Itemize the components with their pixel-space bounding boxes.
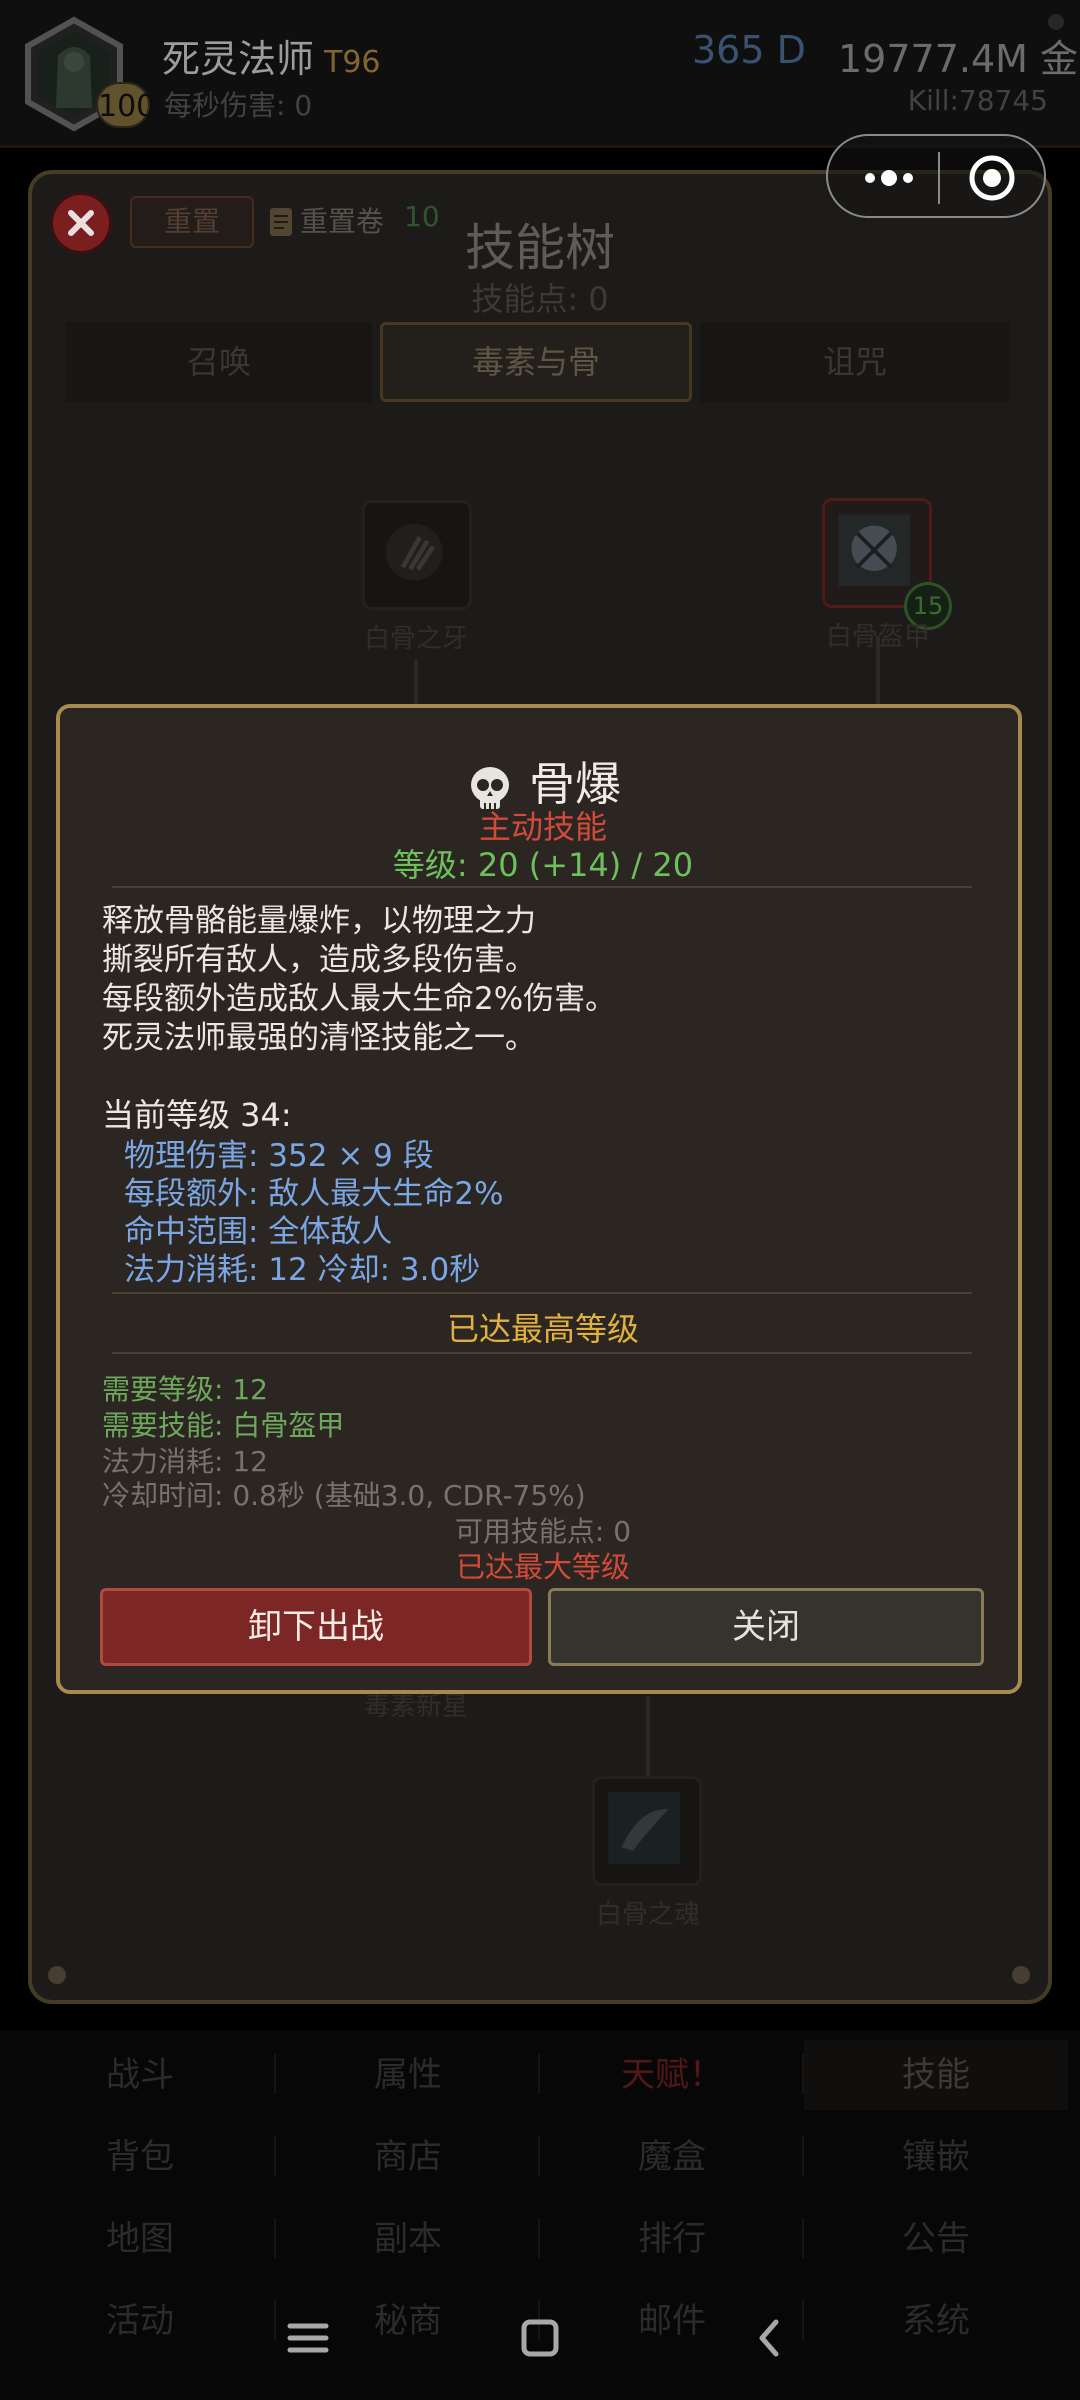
nav-announcement[interactable]: 公告	[804, 2204, 1068, 2274]
panel-bolt-icon	[48, 1966, 66, 1984]
nav-attributes[interactable]: 属性	[276, 2040, 540, 2110]
nav-separator	[802, 2136, 804, 2176]
nav-shop[interactable]: 商店	[276, 2122, 540, 2192]
description-line: 死灵法师最强的清怪技能之一。	[102, 1020, 536, 1056]
skill-tree-title: 技能树	[465, 219, 615, 277]
skill-node-label: 白骨盔甲	[825, 622, 930, 652]
tree-connector	[414, 660, 418, 706]
nav-separator	[538, 2054, 540, 2094]
nav-battle[interactable]: 战斗	[8, 2040, 272, 2110]
capsule-divider	[938, 152, 940, 204]
nav-separator	[538, 2218, 540, 2258]
description-line: 撕裂所有敌人，造成多段伤害。	[102, 942, 536, 978]
system-navigation-bar	[0, 2290, 1080, 2380]
exit-miniprogram-icon[interactable]	[968, 154, 1016, 202]
skill-stat-line: 法力消耗: 12 冷却: 3.0秒	[124, 1252, 481, 1288]
required-level: 需要等级: 12	[102, 1373, 268, 1406]
nav-map[interactable]: 地图	[8, 2204, 272, 2274]
nav-separator	[274, 2054, 276, 2094]
tree-connector	[646, 1696, 650, 1776]
divider	[112, 1292, 972, 1294]
nav-inlay[interactable]: 镶嵌	[804, 2122, 1068, 2192]
description-line: 每段额外造成敌人最大生命2%伤害。	[102, 981, 617, 1017]
nav-skills[interactable]: 技能	[804, 2040, 1068, 2110]
skill-node-label: 白骨之牙	[363, 624, 468, 654]
skill-node-bone-fang[interactable]	[362, 500, 472, 610]
bone-spirit-icon	[608, 1792, 681, 1865]
player-class-name: 死灵法师	[162, 37, 315, 81]
tab-curse[interactable]: 诅咒	[700, 322, 1010, 402]
close-button[interactable]: 关闭	[548, 1588, 984, 1666]
back-arrow-icon[interactable]	[742, 2310, 798, 2366]
nav-separator	[274, 2218, 276, 2258]
skill-level: 等级: 20 (+14) / 20	[392, 846, 694, 884]
player-name: 死灵法师 T96	[162, 28, 381, 83]
nav-separator	[538, 2136, 540, 2176]
top-status-bar: 100 死灵法师 T96 每秒伤害: 0 365 D 19777.4M 金 Kil…	[0, 0, 1080, 148]
nav-dungeon[interactable]: 副本	[276, 2204, 540, 2274]
skill-description: 释放骨骼能量爆炸，以物理之力 撕裂所有敌人，造成多段伤害。 每段额外造成敌人最大…	[102, 902, 982, 1058]
max-level-reached: 已达最高等级	[446, 1310, 639, 1348]
player-level-badge: 100	[96, 82, 155, 128]
skill-node-label: 白骨之魂	[595, 1900, 700, 1930]
more-options-icon[interactable]	[856, 156, 922, 200]
nav-bag[interactable]: 背包	[8, 2122, 272, 2192]
nav-separator	[802, 2054, 804, 2094]
divider	[112, 886, 972, 888]
player-tier: T96	[324, 45, 381, 80]
description-line: 释放骨骼能量爆炸，以物理之力	[102, 903, 536, 939]
divider	[112, 1352, 972, 1354]
required-skill: 需要技能: 白骨盔甲	[102, 1409, 345, 1442]
nav-ranking[interactable]: 排行	[540, 2204, 804, 2274]
tab-poison-bone[interactable]: 毒素与骨	[380, 322, 692, 402]
home-square-icon[interactable]	[512, 2310, 568, 2366]
skill-detail-modal: 骨爆 主动技能 等级: 20 (+14) / 20 释放骨骼能量爆炸，以物理之力…	[56, 704, 1022, 1694]
diamond-count: 365 D	[692, 28, 806, 72]
close-panel-button[interactable]	[50, 192, 112, 254]
nav-separator	[802, 2218, 804, 2258]
skill-node-bone-spirit[interactable]	[592, 1776, 702, 1886]
kill-count: Kill:78745	[907, 84, 1048, 117]
menu-icon[interactable]	[280, 2310, 336, 2366]
status-dot-icon	[1048, 14, 1064, 30]
unequip-button[interactable]: 卸下出战	[100, 1588, 532, 1666]
nav-magic-box[interactable]: 魔盒	[540, 2122, 804, 2192]
skill-tabs: 召唤 毒素与骨 诅咒	[66, 322, 1010, 402]
miniprogram-capsule	[826, 134, 1046, 218]
skill-points-label: 技能点: 0	[471, 280, 609, 318]
dps-readout: 每秒伤害: 0	[164, 89, 313, 122]
claw-icon	[385, 523, 443, 581]
gold-count: 19777.4M 金	[838, 37, 1079, 81]
tab-summon[interactable]: 召唤	[66, 322, 372, 402]
max-level-note: 已达最大等级	[455, 1550, 630, 1584]
nav-talents[interactable]: 天赋！	[540, 2040, 804, 2110]
panel-bolt-icon	[1012, 1966, 1030, 1984]
cooldown-time: 冷却时间: 0.8秒 (基础3.0, CDR-75%)	[102, 1479, 586, 1512]
close-icon	[68, 210, 94, 236]
nav-separator	[274, 2136, 276, 2176]
